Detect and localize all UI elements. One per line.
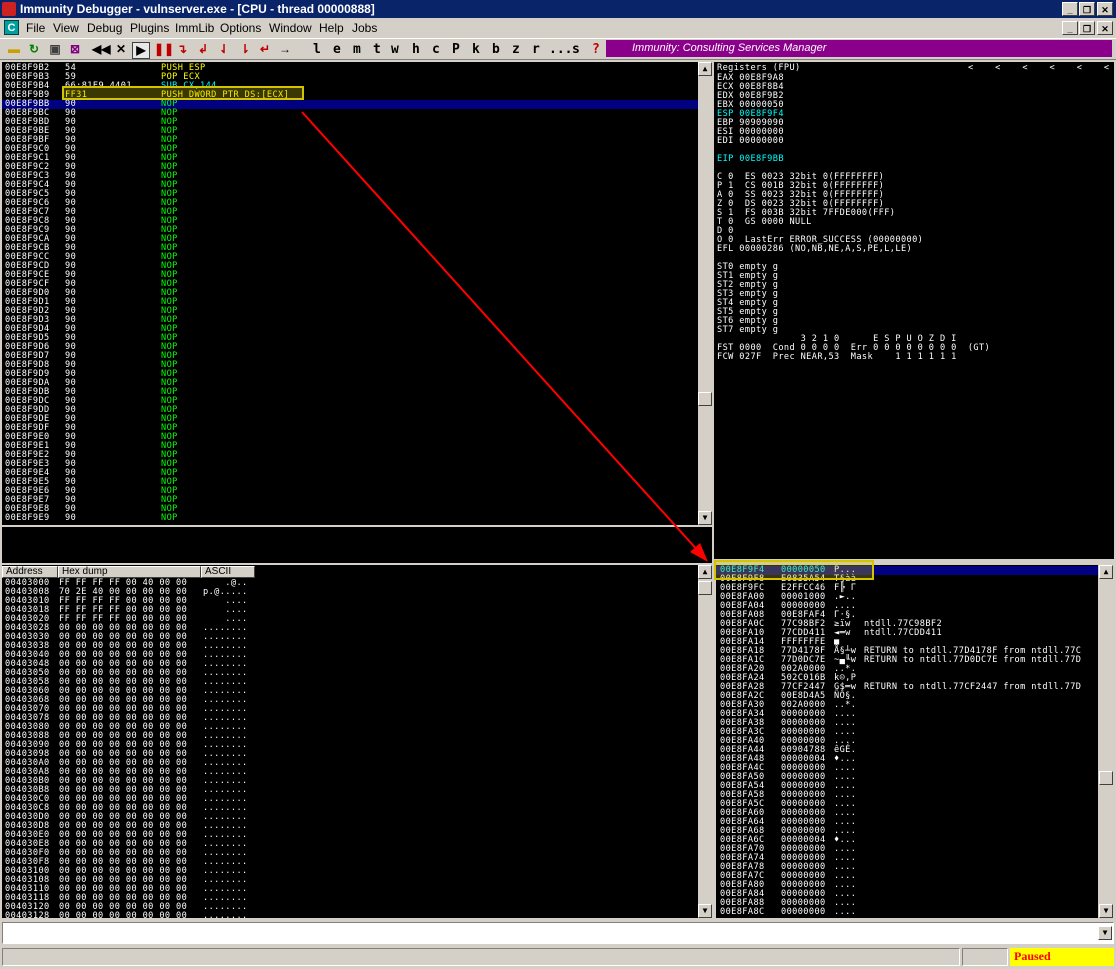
arrow-line <box>301 111 701 554</box>
status-bar: Paused <box>0 947 1116 969</box>
annotation-arrow <box>301 111 708 562</box>
status-message <box>2 948 960 966</box>
status-cell <box>962 948 1008 966</box>
command-dropdown-icon[interactable]: ▼ <box>1098 926 1112 940</box>
status-paused: Paused <box>1010 948 1114 966</box>
command-input[interactable]: ▼ <box>2 922 1114 944</box>
